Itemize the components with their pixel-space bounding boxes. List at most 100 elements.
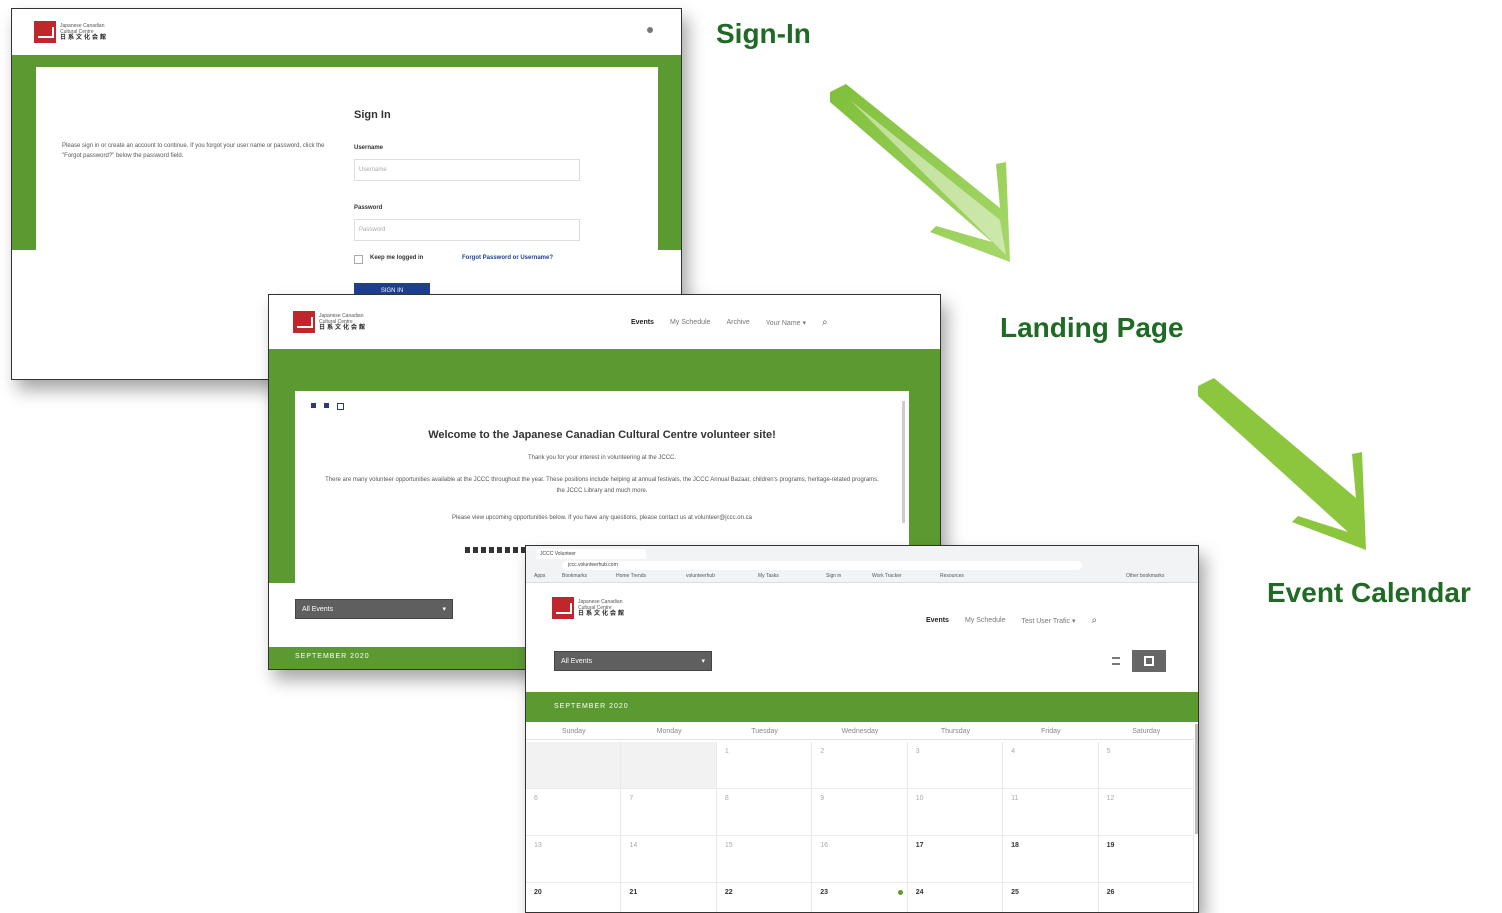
day-cell[interactable]: 11: [1003, 789, 1099, 836]
day-cell[interactable]: 1: [716, 742, 813, 789]
username-label: Username: [354, 145, 384, 151]
weekday-monday: Monday: [621, 724, 717, 740]
username-input[interactable]: Username: [354, 159, 580, 181]
day-cell[interactable]: 5: [1098, 742, 1194, 789]
social-icons: [311, 403, 344, 410]
calendar-event-filter[interactable]: All Events ▾: [554, 651, 712, 671]
landing-event-filter[interactable]: All Events ▾: [295, 599, 453, 619]
nav-events[interactable]: Events: [631, 319, 654, 326]
signin-logo: Japanese Canadian Cultural Centre 日系文化会館: [34, 21, 108, 43]
event-dot-icon[interactable]: [898, 890, 903, 895]
day-cell[interactable]: 17: [907, 836, 1004, 883]
dropdown-icon: ▾: [701, 658, 705, 665]
welcome-scrollbar[interactable]: [902, 401, 905, 523]
day-cell[interactable]: 19: [1098, 836, 1194, 883]
keep-logged-in-checkbox[interactable]: [354, 255, 363, 264]
day-cell[interactable]: 20: [526, 883, 622, 912]
day-cell[interactable]: 25: [1003, 883, 1099, 912]
bookmark-3[interactable]: Home Trends: [616, 573, 646, 579]
search-icon[interactable]: ⌕: [1092, 615, 1098, 626]
day-cell[interactable]: 14: [621, 836, 717, 883]
calendar-month-bar: SEPTEMBER 2020: [526, 692, 1198, 722]
signin-intro-text: Please sign in or create an account to c…: [62, 143, 325, 159]
calendar-logo: Japanese Canadian Cultural Centre 日系文化会館: [552, 597, 626, 619]
day-cell[interactable]: 2: [812, 742, 908, 789]
password-label: Password: [354, 205, 383, 211]
day-cell[interactable]: 3: [907, 742, 1004, 789]
bookmark-2[interactable]: Bookmarks: [562, 573, 587, 579]
weekday-header: Sunday Monday Tuesday Wednesday Thursday…: [526, 724, 1194, 740]
day-cell: [621, 742, 717, 789]
weekday-saturday: Saturday: [1098, 724, 1194, 740]
bookmark-5[interactable]: My Tasks: [758, 573, 779, 579]
flow-label-calendar: Event Calendar: [1267, 577, 1471, 608]
signin-title: Sign In: [354, 109, 391, 121]
day-cell: [526, 742, 622, 789]
calendar-nav: Events My Schedule Test User Trafic ▾ ⌕: [926, 615, 1097, 626]
bookmark-8[interactable]: Resources: [940, 573, 964, 579]
search-icon[interactable]: ⌕: [822, 317, 828, 328]
jccc-logo-icon: [552, 597, 574, 619]
nav-user-name: Test User Trafic: [1021, 617, 1071, 625]
day-cell[interactable]: 12: [1098, 789, 1194, 836]
day-cell[interactable]: 7: [621, 789, 717, 836]
day-cell[interactable]: 13: [526, 836, 622, 883]
calendar-screenshot: JCCC Volunteer jccc.volunteerhub.com App…: [525, 545, 1199, 913]
day-cell[interactable]: 15: [716, 836, 813, 883]
logo-kanji: 日系文化会館: [319, 325, 368, 331]
facebook-icon[interactable]: [311, 403, 316, 408]
day-cell[interactable]: 10: [907, 789, 1004, 836]
landing-logo: Japanese Canadian Cultural Centre 日系文化会館: [293, 311, 367, 333]
day-cell[interactable]: 21: [621, 883, 717, 912]
bookmark-9[interactable]: Other bookmarks: [1126, 573, 1164, 579]
calendar-view-button[interactable]: [1132, 650, 1166, 672]
weekday-sunday: Sunday: [526, 724, 622, 740]
day-cell[interactable]: 4: [1003, 742, 1099, 789]
welcome-title: Welcome to the Japanese Canadian Cultura…: [428, 429, 776, 441]
calendar-filter-value: All Events: [561, 657, 593, 665]
nav-my-schedule[interactable]: My Schedule: [670, 319, 710, 326]
user-menu-icon[interactable]: [647, 27, 653, 33]
day-cell[interactable]: 6: [526, 789, 622, 836]
bookmark-4[interactable]: volunteerhub: [686, 573, 715, 579]
day-cell[interactable]: 24: [908, 883, 1004, 912]
logo-kanji: 日系文化会館: [60, 35, 109, 41]
url-bar[interactable]: jccc.volunteerhub.com: [562, 561, 1082, 570]
weekday-thursday: Thursday: [907, 724, 1004, 740]
day-cell[interactable]: 9: [812, 789, 908, 836]
calendar-scrollbar[interactable]: [1195, 724, 1198, 834]
calendar-month-label: SEPTEMBER 2020: [554, 703, 629, 710]
day-cell[interactable]: 18: [1003, 836, 1099, 883]
twitter-icon[interactable]: [324, 403, 329, 408]
day-cell[interactable]: 16: [812, 836, 908, 883]
weekday-wednesday: Wednesday: [812, 724, 908, 740]
bookmark-6[interactable]: Sign in: [826, 573, 841, 579]
calendar-grid: Sunday Monday Tuesday Wednesday Thursday…: [526, 724, 1194, 912]
bookmark-1[interactable]: Apps: [534, 573, 545, 579]
forgot-password-link[interactable]: Forgot Password or Username?: [462, 255, 553, 261]
list-view-icon[interactable]: [1112, 657, 1120, 665]
day-cells: 1 2 3 4 5 6 7 8 9 10 11 12 13 14 15 16 1…: [526, 742, 1194, 912]
day-cell[interactable]: 26: [1099, 883, 1194, 912]
day-cell[interactable]: 8: [716, 789, 813, 836]
nav-events[interactable]: Events: [926, 617, 949, 624]
nav-my-schedule[interactable]: My Schedule: [965, 617, 1005, 624]
password-input[interactable]: Password: [354, 219, 580, 241]
bookmark-7[interactable]: Work Tracker: [872, 573, 902, 579]
dropdown-icon: ▾: [442, 606, 446, 613]
day-cell[interactable]: 23: [812, 883, 908, 912]
browser-chrome: JCCC Volunteer jccc.volunteerhub.com App…: [526, 546, 1198, 583]
welcome-thanks: Thank you for your interest in volunteer…: [527, 455, 677, 461]
nav-archive[interactable]: Archive: [726, 319, 749, 326]
landing-nav: Events My Schedule Archive Your Name ▾ ⌕: [631, 317, 828, 328]
nav-user-menu[interactable]: Test User Trafic ▾: [1021, 617, 1075, 625]
nav-user-menu[interactable]: Your Name ▾: [766, 319, 806, 327]
day-cell[interactable]: 22: [717, 883, 813, 912]
browser-tab[interactable]: JCCC Volunteer: [536, 549, 646, 559]
flow-arrow-1-icon: [830, 84, 1010, 262]
calendar-header: Japanese Canadian Cultural Centre 日系文化会館…: [526, 583, 1198, 633]
weekday-tuesday: Tuesday: [716, 724, 813, 740]
email-icon[interactable]: [337, 403, 344, 410]
flow-label-signin: Sign-In: [716, 18, 811, 49]
signin-header: Japanese Canadian Cultural Centre 日系文化会館: [12, 9, 681, 59]
